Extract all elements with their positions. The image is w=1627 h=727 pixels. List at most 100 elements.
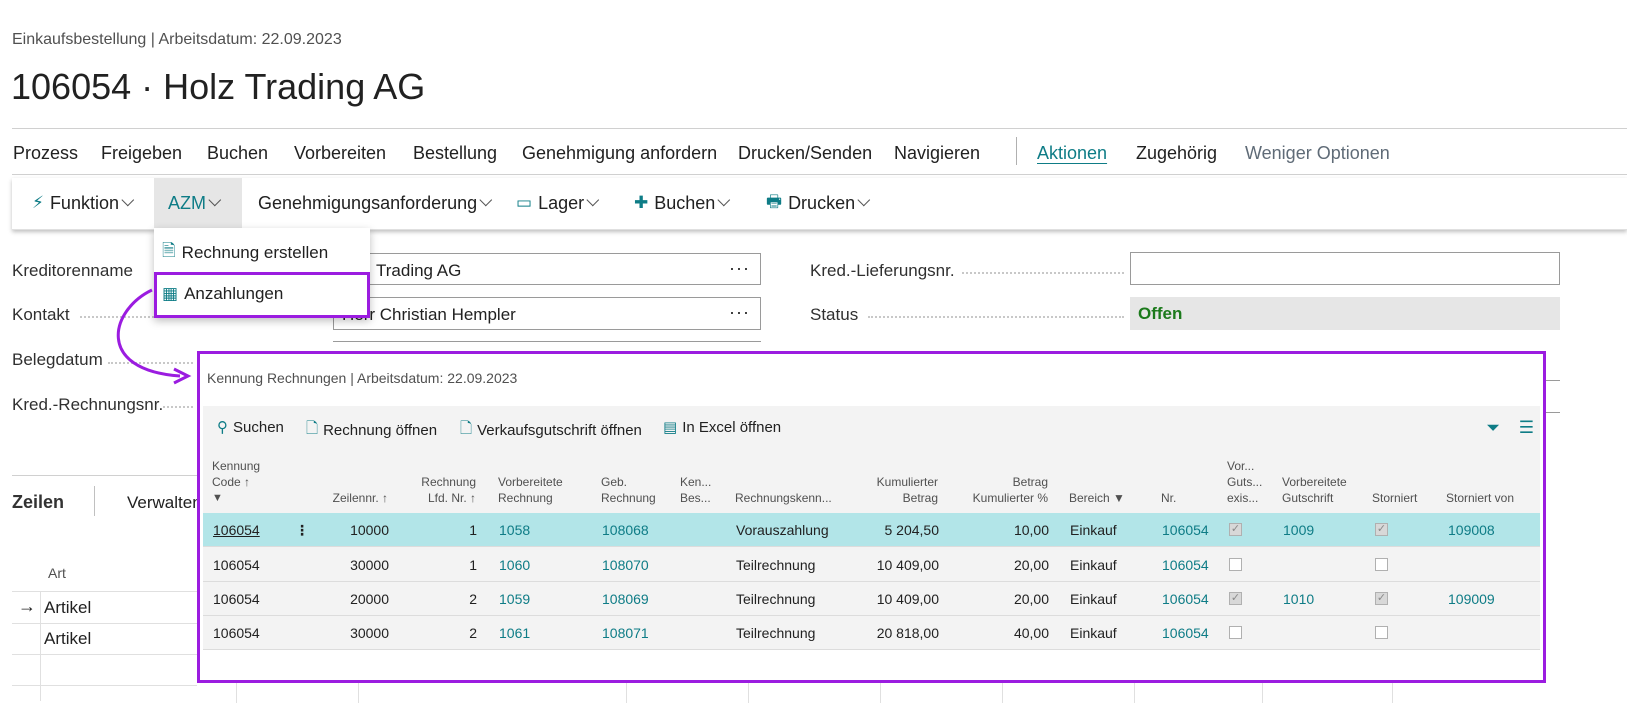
action-azm-label: AZM [168, 192, 206, 213]
grid-line [358, 683, 359, 703]
nav-prozess[interactable]: Prozess [13, 143, 78, 164]
action-drucken[interactable]: 🖶 Drucken [766, 178, 871, 228]
cell-vorbereitete-rechnung[interactable]: 1061 [499, 625, 530, 641]
cell-storniert-von[interactable]: 109008 [1448, 522, 1495, 538]
kred-rechnungsnr-label: Kred.-Rechnungsnr. [12, 395, 164, 414]
cell-kumulierter-betrag: 10 409,00 [876, 557, 939, 573]
lightning-icon: ⚡ [32, 193, 44, 212]
suchen-button[interactable]: ⚲ Suchen [217, 418, 284, 437]
suchen-label: Suchen [233, 418, 284, 436]
cell-bereich: Einkauf [1070, 557, 1117, 573]
col-storniert-von[interactable]: Storniert von [1446, 490, 1514, 506]
more-options-icon[interactable]: ··· [729, 302, 750, 323]
excel-oeffnen-label: In Excel öffnen [682, 418, 782, 436]
table-row[interactable]: 106054 20000 2 1059 108069 Teilrechnung 10 409… [203, 582, 1540, 616]
checkbox-storniert [1375, 558, 1388, 571]
col-bereich[interactable]: Bereich ▼ [1069, 490, 1125, 506]
nav-bestellung[interactable]: Bestellung [413, 143, 497, 164]
status-label: Status [810, 305, 859, 324]
lines-title: Zeilen [12, 492, 65, 512]
kontakt-field[interactable]: Herr Christian Hempler ··· [333, 297, 761, 330]
cell-geb-rechnung[interactable]: 108070 [602, 557, 649, 573]
col-storniert[interactable]: Storniert [1372, 490, 1417, 506]
cell-nr[interactable]: 106054 [1162, 625, 1209, 641]
table-row[interactable]: 106054 30000 1 1060 108070 Teilrechnung 10 409… [203, 548, 1540, 582]
action-lager[interactable]: ▭ Lager [516, 178, 600, 228]
nav-aktionen[interactable]: Aktionen [1037, 143, 1107, 164]
document-icon: 🗎 [162, 241, 176, 260]
col-zeilennr[interactable]: Zeilennr. ↑ [308, 490, 388, 506]
chevron-down-icon [208, 193, 222, 206]
kred-lieferungsnr-label: Kred.-Lieferungsnr. [810, 261, 955, 280]
filter-icon[interactable]: ⏷ [1486, 418, 1500, 438]
nav-drucken-senden[interactable]: Drucken/Senden [738, 143, 872, 164]
nav-weniger-optionen[interactable]: Weniger Optionen [1245, 143, 1390, 164]
cell-kumulierter-betrag: 20 818,00 [876, 625, 939, 641]
row-menu-icon[interactable]: ⋮ [295, 522, 309, 539]
col-vorbereitete-gutschrift[interactable]: Vorbereitete Gutschrift [1282, 474, 1347, 506]
cell-nr[interactable]: 106054 [1162, 591, 1209, 607]
cell-nr[interactable]: 106054 [1162, 557, 1209, 573]
lines-verwalten-tab[interactable]: Verwalten [127, 493, 202, 513]
nav-navigieren[interactable]: Navigieren [894, 143, 980, 164]
cell-zeilennr: 20000 [350, 591, 389, 607]
row-arrow-icon: → [18, 596, 36, 616]
cell-vorbereitete-gutschrift[interactable]: 1009 [1283, 522, 1314, 538]
kred-lieferungsnr-field[interactable] [1130, 252, 1560, 285]
nav-genehmigung-anfordern[interactable]: Genehmigung anfordern [522, 143, 717, 164]
verkaufsgutschrift-oeffnen-button[interactable]: 🗋 Verkaufsgutschrift öffnen [460, 418, 642, 443]
action-genehmigung-label: Genehmigungsanforderung [258, 192, 478, 213]
action-funktion-label: Funktion [49, 192, 119, 213]
action-genehmigungsanforderung[interactable]: Genehmigungsanforderung [258, 178, 493, 228]
cell-vorbereitete-rechnung[interactable]: 1060 [499, 557, 530, 573]
table-row[interactable]: 106054 10000 1 1058 108068 Vorauszahlung 5 204… [203, 513, 1540, 547]
col-vor-guts-exists[interactable]: Vor... Guts... exis... [1227, 458, 1262, 506]
cell-geb-rechnung[interactable]: 108068 [602, 522, 649, 538]
chevron-down-icon [121, 193, 135, 206]
breadcrumb: Einkaufsbestellung | Arbeitsdatum: 22.09… [12, 31, 342, 48]
lines-col-art: Art [48, 565, 66, 581]
table-row[interactable]: 106054 30000 2 1061 108071 Teilrechnung 20 818… [203, 616, 1540, 650]
cell-geb-rechnung[interactable]: 108071 [602, 625, 649, 641]
checkbox-gutschrift-exists: ✓ [1229, 592, 1242, 605]
nav-vorbereiten[interactable]: Vorbereiten [294, 143, 386, 164]
kreditorenname-field[interactable]: Trading AG ··· [333, 253, 761, 285]
col-betrag-kumuliert-prozent[interactable]: Betrag Kumulierter % [953, 474, 1048, 506]
nav-buchen[interactable]: Buchen [207, 143, 268, 164]
col-vorbereitete-rechnung[interactable]: Vorbereitete Rechnung [498, 474, 563, 506]
action-funktion[interactable]: ⚡ Funktion [32, 178, 135, 228]
grid-line [748, 683, 749, 703]
excel-icon: ▤ [663, 419, 678, 436]
printer-icon: 🖶 [766, 191, 783, 211]
col-kumulierter-betrag[interactable]: Kumulierter Betrag [843, 474, 938, 506]
cell-vorbereitete-rechnung[interactable]: 1059 [499, 591, 530, 607]
col-kennung-code[interactable]: Kennung Code ↑ ▼ [212, 458, 260, 506]
cell-rechnung-lfd: 2 [469, 625, 477, 641]
action-azm[interactable]: AZM [154, 178, 242, 228]
cell-vorbereitete-rechnung[interactable]: 1058 [499, 522, 530, 538]
excel-oeffnen-button[interactable]: ▤ In Excel öffnen [663, 418, 782, 437]
cell-geb-rechnung[interactable]: 108069 [602, 591, 649, 607]
lines-row-art[interactable]: Artikel [44, 598, 91, 618]
cell-vorbereitete-gutschrift[interactable]: 1010 [1283, 591, 1314, 607]
action-buchen[interactable]: ✚ Buchen [634, 178, 731, 228]
lines-row-art[interactable]: Artikel [44, 629, 91, 649]
col-ken-bes[interactable]: Ken... Bes... [680, 474, 711, 506]
more-options-icon[interactable]: ··· [729, 258, 750, 279]
nav-freigeben[interactable]: Freigeben [101, 143, 182, 164]
action-drucken-label: Drucken [788, 192, 856, 213]
list-view-icon[interactable]: ☰ [1519, 418, 1534, 438]
nav-zugehoerig[interactable]: Zugehörig [1136, 143, 1217, 164]
col-rechnung-lfd[interactable]: Rechnung Lfd. Nr. ↑ [398, 474, 476, 506]
cell-rechnung-lfd: 2 [469, 591, 477, 607]
cell-zeilennr: 30000 [350, 557, 389, 573]
lines-header: Zeilen Verwalten [12, 475, 202, 525]
menu-item-rechnung-erstellen[interactable]: 🗎 Rechnung erstellen [162, 238, 328, 267]
rechnung-oeffnen-button[interactable]: 🗋 Rechnung öffnen [306, 418, 437, 443]
cell-nr[interactable]: 106054 [1162, 522, 1209, 538]
col-geb-rechnung[interactable]: Geb. Rechnung [601, 474, 656, 506]
checkbox-storniert: ✓ [1375, 523, 1388, 536]
col-nr[interactable]: Nr. [1161, 490, 1176, 506]
cell-storniert-von[interactable]: 109009 [1448, 591, 1495, 607]
col-rechnungskennung[interactable]: Rechnungskenn... [735, 490, 832, 506]
